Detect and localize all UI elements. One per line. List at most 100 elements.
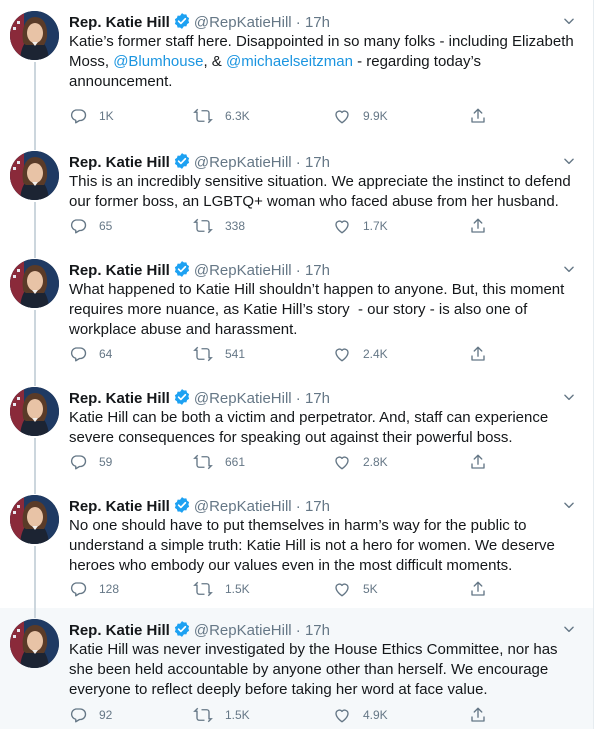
heart-icon — [333, 453, 351, 471]
like-button[interactable]: 9.9K — [333, 106, 388, 126]
display-name[interactable]: Rep. Katie Hill — [69, 262, 170, 279]
retweet-button[interactable]: 338 — [193, 216, 245, 236]
tweet-text: Katie Hill can be both a victim and perp… — [69, 409, 549, 446]
tweet-thread: Rep. Katie Hill @RepKatieHill · 17h Katie… — [0, 0, 594, 729]
tweet[interactable]: Rep. Katie Hill @RepKatieHill · 17h What … — [0, 248, 593, 376]
reply-icon — [69, 706, 87, 724]
like-count: 2.4K — [363, 347, 388, 361]
heart-icon — [333, 217, 351, 235]
like-count: 5K — [363, 582, 378, 596]
tweet-text: What happened to Katie Hill shouldn’t ha… — [69, 281, 569, 338]
retweet-button[interactable]: 1.5K — [193, 705, 250, 725]
retweet-count: 6.3K — [225, 109, 250, 123]
thread-connector — [34, 62, 36, 140]
reply-icon — [69, 217, 87, 235]
share-button[interactable] — [469, 705, 487, 725]
user-handle[interactable]: @RepKatieHill — [194, 622, 292, 639]
user-handle[interactable]: @RepKatieHill — [194, 498, 292, 515]
like-button[interactable]: 2.4K — [333, 344, 388, 364]
thread-connector — [34, 546, 36, 608]
retweet-button[interactable]: 1.5K — [193, 579, 250, 599]
display-name[interactable]: Rep. Katie Hill — [69, 498, 170, 515]
thread-connector — [34, 248, 36, 258]
timestamp[interactable]: 17h — [305, 622, 330, 639]
reply-button[interactable]: 65 — [69, 216, 112, 236]
thread-connector — [34, 310, 36, 376]
like-count: 2.8K — [363, 455, 388, 469]
avatar[interactable] — [10, 495, 59, 544]
retweet-count: 1.5K — [225, 708, 250, 722]
tweet-actions: 59 661 2.8K — [69, 452, 509, 472]
chevron-down-icon[interactable] — [562, 14, 576, 33]
tweet-actions: 1K 6.3K 9.9K — [69, 106, 509, 126]
reply-button[interactable]: 128 — [69, 579, 119, 599]
share-button[interactable] — [469, 579, 487, 599]
user-handle[interactable]: @RepKatieHill — [194, 390, 292, 407]
tweet-actions: 64 541 2.4K — [69, 344, 509, 364]
timestamp[interactable]: 17h — [305, 390, 330, 407]
tweet[interactable]: Rep. Katie Hill @RepKatieHill · 17h This … — [0, 140, 593, 248]
heart-icon — [333, 706, 351, 724]
retweet-icon — [193, 706, 213, 724]
share-button[interactable] — [469, 452, 487, 472]
reply-button[interactable]: 59 — [69, 452, 112, 472]
retweet-button[interactable]: 661 — [193, 452, 245, 472]
mention-link[interactable]: @Blumhouse — [113, 53, 203, 70]
tweet[interactable]: Rep. Katie Hill @RepKatieHill · 17h Katie… — [0, 0, 593, 140]
chevron-down-icon[interactable] — [562, 498, 576, 517]
display-name[interactable]: Rep. Katie Hill — [69, 390, 170, 407]
retweet-icon — [193, 107, 213, 125]
chevron-down-icon[interactable] — [562, 262, 576, 281]
separator-dot: · — [295, 154, 301, 171]
display-name[interactable]: Rep. Katie Hill — [69, 154, 170, 171]
retweet-button[interactable]: 6.3K — [193, 106, 250, 126]
timestamp[interactable]: 17h — [305, 262, 330, 279]
retweet-icon — [193, 580, 213, 598]
chevron-down-icon[interactable] — [562, 622, 576, 641]
tweet-actions: 128 1.5K 5K — [69, 579, 509, 599]
retweet-icon — [193, 217, 213, 235]
like-button[interactable]: 5K — [333, 579, 378, 599]
like-button[interactable]: 1.7K — [333, 216, 388, 236]
like-button[interactable]: 2.8K — [333, 452, 388, 472]
chevron-down-icon[interactable] — [562, 390, 576, 409]
timestamp[interactable]: 17h — [305, 498, 330, 515]
reply-count: 59 — [99, 455, 113, 469]
reply-count: 92 — [99, 708, 113, 722]
reply-icon — [69, 107, 87, 125]
share-button[interactable] — [469, 106, 487, 126]
share-button[interactable] — [469, 344, 487, 364]
user-handle[interactable]: @RepKatieHill — [194, 262, 292, 279]
tweet-focused[interactable]: Rep. Katie Hill @RepKatieHill · 17h Katie… — [0, 608, 593, 729]
avatar[interactable] — [10, 151, 59, 200]
retweet-count: 541 — [225, 347, 246, 361]
tweet[interactable]: Rep. Katie Hill @RepKatieHill · 17h No on… — [0, 484, 593, 608]
avatar[interactable] — [10, 259, 59, 308]
user-handle[interactable]: @RepKatieHill — [194, 14, 292, 31]
display-name[interactable]: Rep. Katie Hill — [69, 14, 170, 31]
like-button[interactable]: 4.9K — [333, 705, 388, 725]
like-count: 9.9K — [363, 109, 388, 123]
user-handle[interactable]: @RepKatieHill — [194, 154, 292, 171]
retweet-button[interactable]: 541 — [193, 344, 245, 364]
like-count: 1.7K — [363, 219, 388, 233]
avatar[interactable] — [10, 619, 59, 668]
chevron-down-icon[interactable] — [562, 154, 576, 173]
tweet-actions: 92 1.5K 4.9K — [69, 705, 509, 725]
share-icon — [469, 107, 487, 125]
timestamp[interactable]: 17h — [305, 14, 330, 31]
heart-icon — [333, 107, 351, 125]
reply-button[interactable]: 64 — [69, 344, 112, 364]
display-name[interactable]: Rep. Katie Hill — [69, 622, 170, 639]
avatar[interactable] — [10, 11, 59, 60]
reply-icon — [69, 453, 87, 471]
avatar[interactable] — [10, 387, 59, 436]
share-button[interactable] — [469, 216, 487, 236]
reply-button[interactable]: 92 — [69, 705, 112, 725]
retweet-icon — [193, 345, 213, 363]
heart-icon — [333, 345, 351, 363]
reply-button[interactable]: 1K — [69, 106, 114, 126]
timestamp[interactable]: 17h — [305, 154, 330, 171]
tweet[interactable]: Rep. Katie Hill @RepKatieHill · 17h Katie… — [0, 376, 593, 484]
mention-link[interactable]: @michaelseitzman — [226, 53, 353, 70]
